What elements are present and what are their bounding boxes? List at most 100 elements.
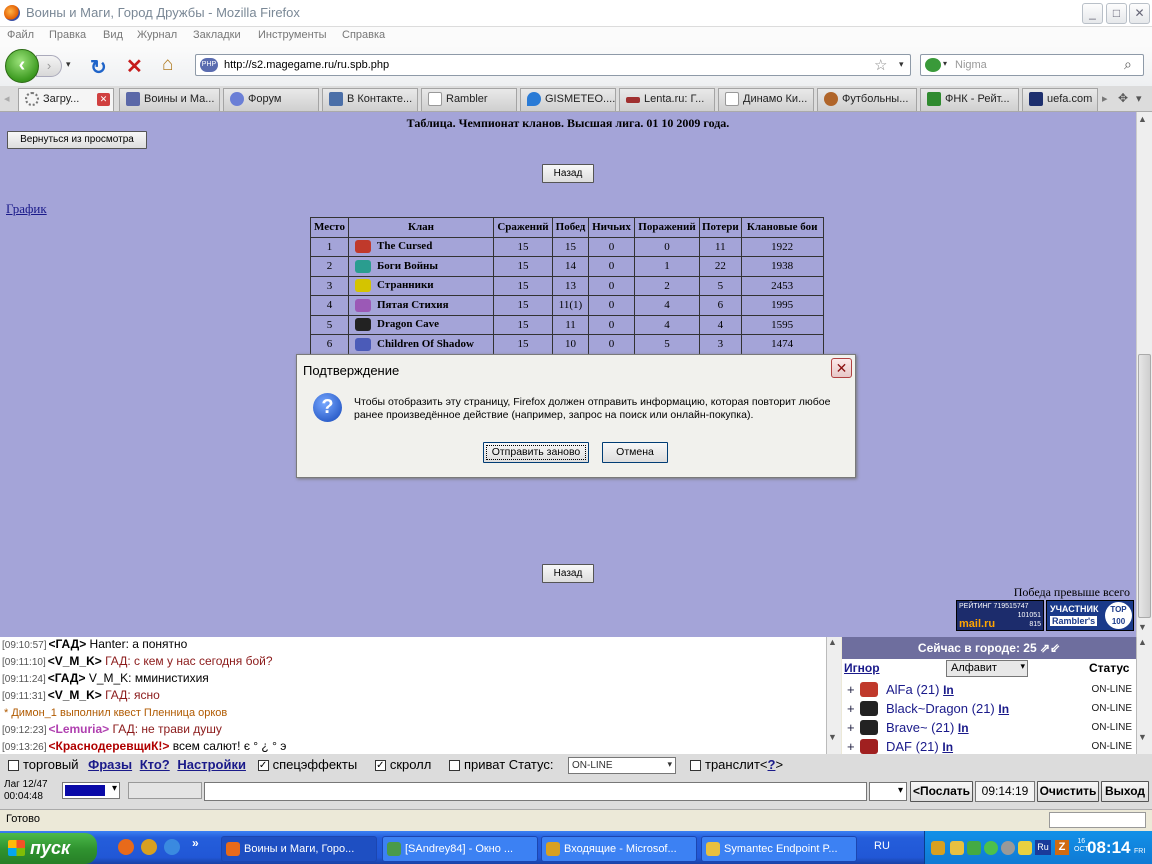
user-name[interactable]: Black~Dragon (21) — [886, 701, 995, 716]
chat-sender[interactable]: <КраснодеревщиК!> — [48, 739, 169, 753]
language-indicator[interactable]: RU — [874, 840, 890, 852]
tray-filezilla-icon[interactable]: Z — [1055, 840, 1069, 855]
refresh-icon[interactable]: ⇗⇙ — [1040, 641, 1060, 655]
quicklaunch-firefox-icon[interactable] — [118, 839, 134, 855]
sort-select[interactable]: Алфавит ▾ — [946, 660, 1028, 677]
taskbar-window-button[interactable]: Воины и Маги, Горо... — [221, 836, 377, 862]
quicklaunch-more-icon[interactable]: » — [192, 836, 199, 850]
user-name[interactable]: DAF (21) — [886, 739, 939, 754]
scroll-down-icon[interactable]: ▼ — [1138, 732, 1147, 742]
exit-button[interactable]: Выход — [1101, 781, 1149, 802]
chart-link[interactable]: График — [6, 201, 47, 217]
private-checkbox[interactable] — [448, 760, 460, 772]
tab-football[interactable]: Футбольны... — [817, 88, 917, 111]
close-button[interactable]: ✕ — [1129, 3, 1150, 24]
trade-checkbox[interactable] — [8, 760, 19, 772]
home-icon[interactable]: ⌂ — [162, 54, 173, 76]
quicklaunch-ie-icon[interactable] — [164, 839, 180, 855]
url-dropdown-icon[interactable]: ▾ — [899, 59, 904, 70]
settings-link[interactable]: Настройки — [177, 757, 246, 772]
online-user-row[interactable]: + Black~Dragon (21) In ON-LINE — [842, 700, 1136, 719]
tab-scroll-right-icon[interactable]: ▸ — [1102, 92, 1108, 105]
tab-gismeteo[interactable]: GISMETEO.... — [520, 88, 616, 111]
color-select[interactable]: ▾ — [62, 782, 120, 799]
message-input[interactable] — [204, 782, 867, 801]
scroll-thumb[interactable] — [1138, 354, 1151, 618]
phrases-link[interactable]: Фразы — [88, 757, 132, 772]
dialog-close-icon[interactable]: ✕ — [831, 358, 852, 378]
maximize-button[interactable]: □ — [1106, 3, 1127, 24]
rambler-top100-counter[interactable]: УЧАСТНИК Rambler's TOP 100 — [1046, 600, 1134, 631]
scroll-up-icon[interactable]: ▲ — [1138, 637, 1147, 647]
search-icon[interactable]: ⌕ — [1124, 56, 1132, 73]
scroll-up-icon[interactable]: ▲ — [1138, 114, 1147, 124]
menu-help[interactable]: Справка — [342, 29, 385, 41]
expand-icon[interactable]: + — [847, 739, 855, 754]
translit-help-link[interactable]: ? — [768, 757, 776, 772]
cancel-button[interactable]: Отмена — [602, 442, 668, 463]
search-engine-dropdown-icon[interactable]: ▾ — [943, 59, 947, 68]
taskbar-window-button[interactable]: [SAndrey84] - Окно ... — [382, 836, 538, 862]
tray-opera-icon[interactable] — [931, 841, 945, 855]
clear-button[interactable]: Очистить — [1037, 781, 1099, 802]
menu-bookmarks[interactable]: Закладки — [193, 29, 241, 41]
menu-edit[interactable]: Правка — [49, 29, 86, 41]
reload-icon[interactable]: ↻ — [90, 55, 107, 80]
stop-icon[interactable]: ✕ — [126, 54, 143, 79]
online-user-row[interactable]: + AlFa (21) In ON-LINE — [842, 681, 1136, 700]
tab-voiny-i-magi[interactable]: Воины и Ма... — [119, 88, 220, 111]
mail-rating-counter[interactable]: РЕЙТИНГ 719515747 101051 mail.ru 815 — [956, 600, 1044, 631]
tab-list-icon[interactable]: ▾ — [1136, 92, 1142, 105]
online-scrollbar[interactable]: ▲ ▼ — [1136, 637, 1152, 754]
online-user-row[interactable]: + Brave~ (21) In ON-LINE — [842, 719, 1136, 738]
chat-sender[interactable]: <V_M_K> — [48, 654, 102, 668]
tray-language-icon[interactable]: Ru — [1035, 840, 1051, 855]
tab-vkontakte[interactable]: В Контакте... — [322, 88, 418, 111]
user-name[interactable]: AlFa (21) — [886, 682, 939, 697]
chat-sender[interactable]: <Lemuria> — [48, 722, 109, 736]
expand-icon[interactable]: + — [847, 682, 855, 697]
tab-uefa[interactable]: uefa.com — [1022, 88, 1098, 111]
send-button[interactable]: <Послать — [910, 781, 973, 802]
effects-checkbox[interactable]: ✓ — [257, 760, 269, 772]
history-dropdown-icon[interactable]: ▾ — [66, 59, 71, 70]
forward-button[interactable]: › — [36, 55, 62, 77]
expand-icon[interactable]: + — [847, 720, 855, 735]
tab-dinamo[interactable]: Динамо Ки... — [718, 88, 814, 111]
search-engine-icon[interactable] — [925, 58, 941, 72]
chat-sender[interactable]: <ГАД> — [48, 637, 86, 651]
scroll-checkbox[interactable]: ✓ — [374, 760, 386, 772]
expand-icon[interactable]: + — [847, 701, 855, 716]
tab-rambler[interactable]: Rambler — [421, 88, 517, 111]
new-tab-icon[interactable]: ✥ — [1118, 91, 1128, 105]
chat-sender[interactable]: <ГАД> — [48, 671, 86, 685]
user-info-link[interactable]: In — [998, 702, 1009, 716]
menu-history[interactable]: Журнал — [137, 29, 177, 41]
back-button[interactable]: ‹ — [5, 49, 39, 83]
menu-file[interactable]: Файл — [7, 29, 34, 41]
tab-forum[interactable]: Форум — [223, 88, 319, 111]
chat-sender[interactable]: <V_M_K> — [48, 688, 102, 702]
smiley-select[interactable]: ▾ — [869, 782, 907, 801]
ignore-link[interactable]: Игнор — [844, 661, 880, 675]
tray-icq-icon[interactable] — [984, 841, 998, 855]
user-info-link[interactable]: In — [943, 683, 954, 697]
status-select[interactable]: ON-LINE ▾ — [568, 757, 676, 774]
recipient-field[interactable] — [128, 782, 202, 799]
translit-checkbox[interactable] — [690, 760, 701, 772]
page-scrollbar[interactable]: ▲ ▼ — [1136, 112, 1152, 637]
tray-network-icon[interactable] — [967, 841, 981, 855]
scroll-down-icon[interactable]: ▼ — [1138, 622, 1147, 632]
tab-loading[interactable]: Загру... ✕ — [18, 88, 114, 111]
search-box[interactable]: ▾ Nigma ⌕ — [920, 54, 1144, 76]
tab-close-icon[interactable]: ✕ — [97, 93, 110, 106]
tray-power-icon[interactable] — [1018, 841, 1032, 855]
menu-tools[interactable]: Инструменты — [258, 29, 327, 41]
url-bar[interactable]: PHP http://s2.magegame.ru/ru.spb.php ☆ ▾ — [195, 54, 911, 76]
tab-fnk[interactable]: ФНК - Рейт... — [920, 88, 1019, 111]
return-from-view-button[interactable]: Вернуться из просмотра — [7, 131, 147, 149]
minimize-button[interactable]: _ — [1082, 3, 1103, 24]
taskbar-window-button[interactable]: Symantec Endpoint P... — [701, 836, 857, 862]
start-button[interactable]: пуск — [0, 833, 97, 864]
quicklaunch-opera-icon[interactable] — [141, 839, 157, 855]
